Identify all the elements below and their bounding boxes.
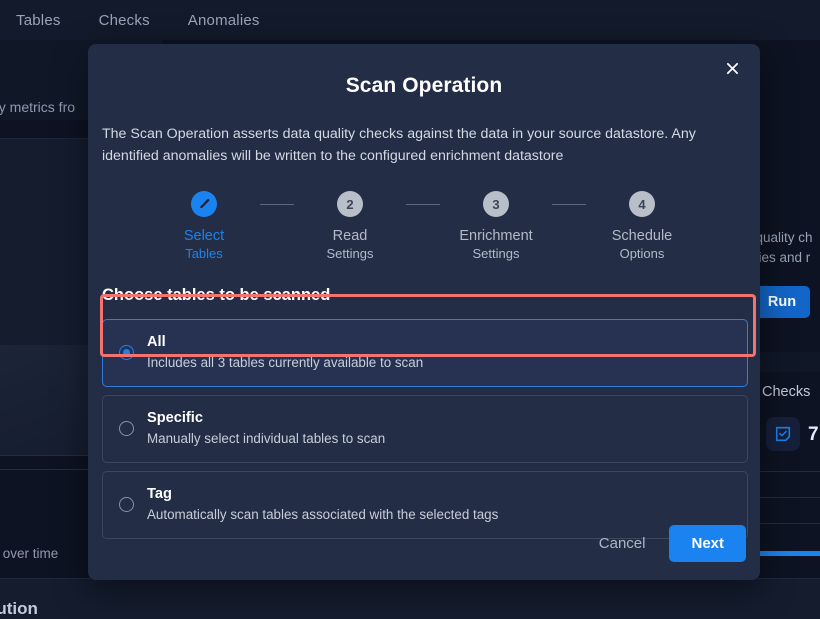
option-all[interactable]: All Includes all 3 tables currently avai… [102, 319, 748, 387]
modal-description: The Scan Operation asserts data quality … [102, 126, 696, 164]
option-all-subtitle: Includes all 3 tables currently availabl… [147, 355, 424, 370]
option-specific[interactable]: Specific Manually select individual tabl… [102, 395, 748, 463]
next-button[interactable]: Next [669, 525, 746, 562]
step-enrichment-settings-line1: Enrichment [459, 228, 533, 244]
option-specific-subtitle: Manually select individual tables to sca… [147, 431, 386, 446]
background-right-rule-2 [760, 497, 820, 498]
checkbox-note-icon [766, 417, 800, 451]
step-3-icon: 3 [483, 191, 509, 217]
stepper-connector-1 [260, 204, 294, 205]
radio-tag[interactable] [119, 497, 134, 512]
step-enrichment-settings[interactable]: 3 Enrichment Settings [440, 191, 552, 262]
option-tag-title: Tag [147, 486, 172, 502]
step-schedule-options[interactable]: 4 Schedule Options [586, 191, 698, 262]
stepper-connector-3 [552, 204, 586, 205]
background-text-key-metrics: key metrics fro [0, 99, 76, 115]
stepper-connector-2 [406, 204, 440, 205]
background-right-rule-1 [760, 471, 820, 472]
step-schedule-options-line2: Options [619, 246, 665, 261]
background-right-band [760, 352, 820, 372]
radio-specific[interactable] [119, 421, 134, 436]
step-select-tables-line1: Select [183, 228, 225, 244]
step-select-tables-line2: Tables [185, 246, 223, 261]
background-text-over-time: ves over time [0, 546, 59, 561]
background-checks-count: 7 [808, 424, 819, 445]
radio-all[interactable] [119, 345, 134, 360]
background-checks-label: Checks [762, 384, 811, 400]
scan-scope-options: All Includes all 3 tables currently avai… [102, 319, 748, 539]
nav-tab-checks[interactable]: Checks [97, 8, 152, 33]
choose-tables-label: Choose tables to be scanned [102, 286, 331, 304]
step-2-icon: 2 [337, 191, 363, 217]
nav-tab-anomalies[interactable]: Anomalies [186, 8, 262, 33]
cancel-button[interactable]: Cancel [589, 527, 656, 560]
page-title: Scan Operation [345, 74, 503, 97]
option-all-title: All [147, 334, 166, 350]
pencil-icon [191, 191, 217, 217]
step-4-icon: 4 [629, 191, 655, 217]
step-read-settings[interactable]: 2 Read Settings [294, 191, 406, 262]
step-read-settings-line2: Settings [326, 246, 374, 261]
step-schedule-options-line1: Schedule [611, 228, 673, 244]
option-specific-title: Specific [147, 410, 203, 426]
option-tag-subtitle: Automatically scan tables associated wit… [147, 507, 499, 522]
step-enrichment-settings-line2: Settings [472, 246, 520, 261]
stepper: Select Tables 2 Read Settings 3 Enrichme… [88, 191, 760, 262]
background-right-rule-3 [760, 523, 820, 524]
run-button[interactable]: Run [754, 286, 810, 318]
step-read-settings-line1: Read [332, 228, 368, 244]
modal-footer: Cancel Next [88, 525, 760, 562]
background-bottom-strip [0, 578, 820, 619]
background-text-distribution: bution [0, 599, 38, 618]
top-navigation: Tables Checks Anomalies [0, 0, 820, 40]
background-right-accent [760, 551, 820, 556]
nav-tab-tables[interactable]: Tables [14, 8, 63, 33]
scan-operation-modal: Scan Operation The Scan Operation assert… [88, 44, 760, 580]
step-select-tables[interactable]: Select Tables [148, 191, 260, 262]
close-icon[interactable] [718, 54, 746, 82]
